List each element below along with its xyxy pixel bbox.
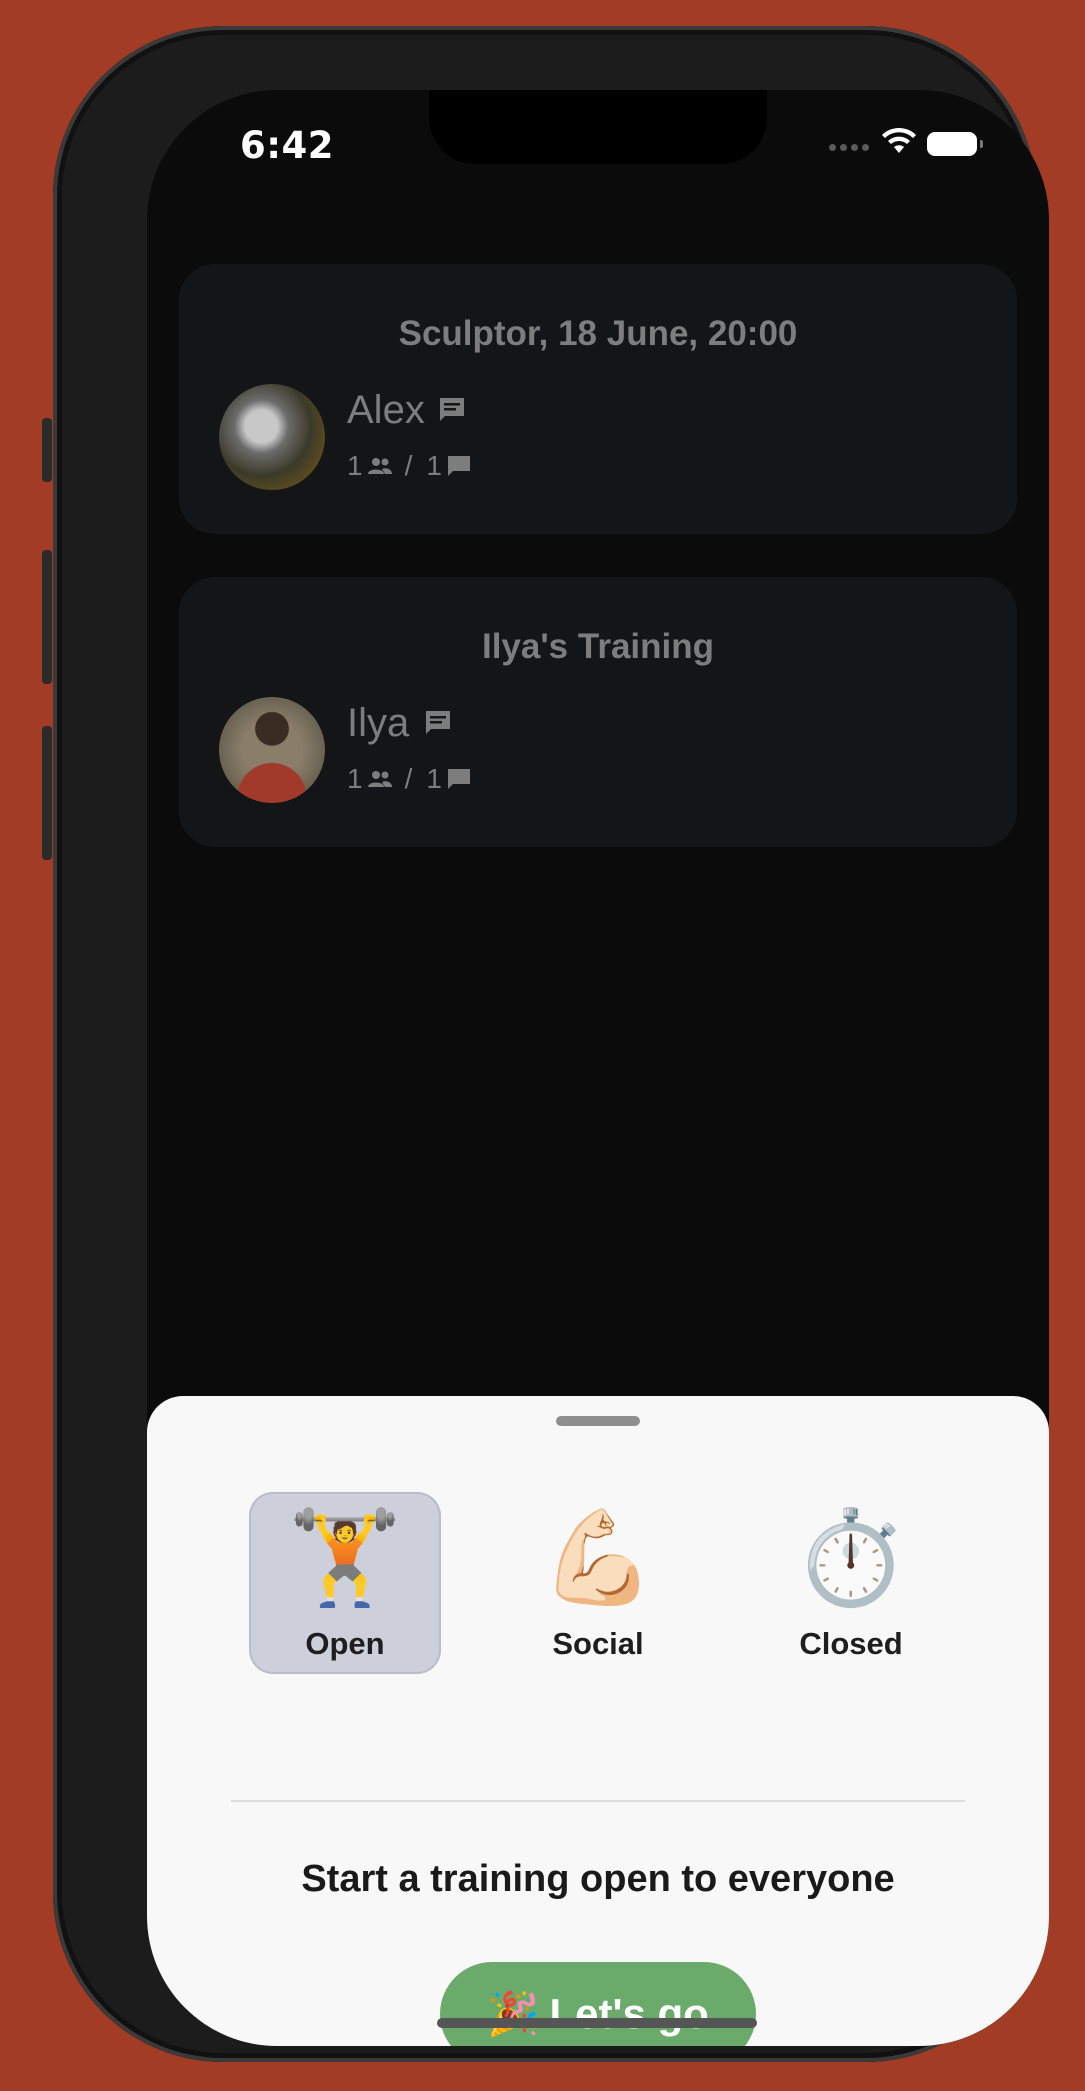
avatar <box>219 384 325 490</box>
stats-separator: / <box>404 763 413 794</box>
training-card[interactable]: Sculptor, 18 June, 20:00 Alex 1 / 1 <box>179 264 1017 534</box>
status-icons <box>829 127 989 164</box>
training-stats: 1 / 1 <box>347 763 472 795</box>
message-icon <box>447 456 470 476</box>
avatar <box>219 697 325 803</box>
option-closed[interactable]: ⏱️ Closed <box>755 1492 947 1674</box>
button-label: Let's go <box>549 1990 709 2037</box>
signal-icon <box>829 144 873 151</box>
option-label: Closed <box>799 1626 903 1661</box>
option-label: Open <box>305 1626 385 1661</box>
phone-frame: 6:42 Sculptor, 18 June, 20:00 Alex 1 / 1… <box>53 26 1049 2062</box>
notch <box>429 90 767 164</box>
chat-icon <box>426 711 450 734</box>
stopwatch-icon: ⏱️ <box>793 1507 909 1609</box>
messages-count: 1 <box>426 450 442 481</box>
message-icon <box>447 769 470 789</box>
option-label: Social <box>552 1626 644 1661</box>
divider <box>231 1800 965 1802</box>
flexed-biceps-icon: 💪🏻 <box>540 1507 656 1609</box>
sheet-grabber[interactable] <box>556 1416 640 1426</box>
status-time: 6:42 <box>240 124 335 167</box>
participants-count: 1 <box>347 450 363 481</box>
mute-switch <box>42 418 52 482</box>
wifi-icon <box>882 127 916 153</box>
screen: 6:42 Sculptor, 18 June, 20:00 Alex 1 / 1… <box>147 90 1049 2046</box>
party-popper-icon: 🎉 <box>487 1989 540 2037</box>
training-title: Sculptor, 18 June, 20:00 <box>398 314 798 353</box>
chat-icon <box>440 398 464 421</box>
people-icon <box>367 771 392 787</box>
weightlifter-icon: 🏋️ <box>287 1507 403 1609</box>
option-description: Start a training open to everyone <box>301 1858 895 1900</box>
stats-separator: / <box>404 450 413 481</box>
option-social[interactable]: 💪🏻 Social <box>502 1492 694 1674</box>
new-training-sheet: 🏋️ Open 💪🏻 Social ⏱️ Closed Start a trai… <box>147 1396 1049 2046</box>
training-card[interactable]: Ilya's Training Ilya 1 / 1 <box>179 577 1017 847</box>
people-icon <box>367 458 392 474</box>
volume-down-button <box>42 726 52 860</box>
training-stats: 1 / 1 <box>347 450 472 482</box>
training-title: Ilya's Training <box>481 627 714 666</box>
owner-name: Alex <box>347 388 425 432</box>
messages-count: 1 <box>426 763 442 794</box>
battery-icon <box>927 132 983 156</box>
option-open[interactable]: 🏋️ Open <box>249 1492 441 1674</box>
home-indicator[interactable] <box>437 2018 757 2028</box>
volume-up-button <box>42 550 52 684</box>
lets-go-button[interactable]: 🎉 Let's go <box>440 1962 756 2046</box>
participants-count: 1 <box>347 763 363 794</box>
owner-name: Ilya <box>347 701 410 745</box>
